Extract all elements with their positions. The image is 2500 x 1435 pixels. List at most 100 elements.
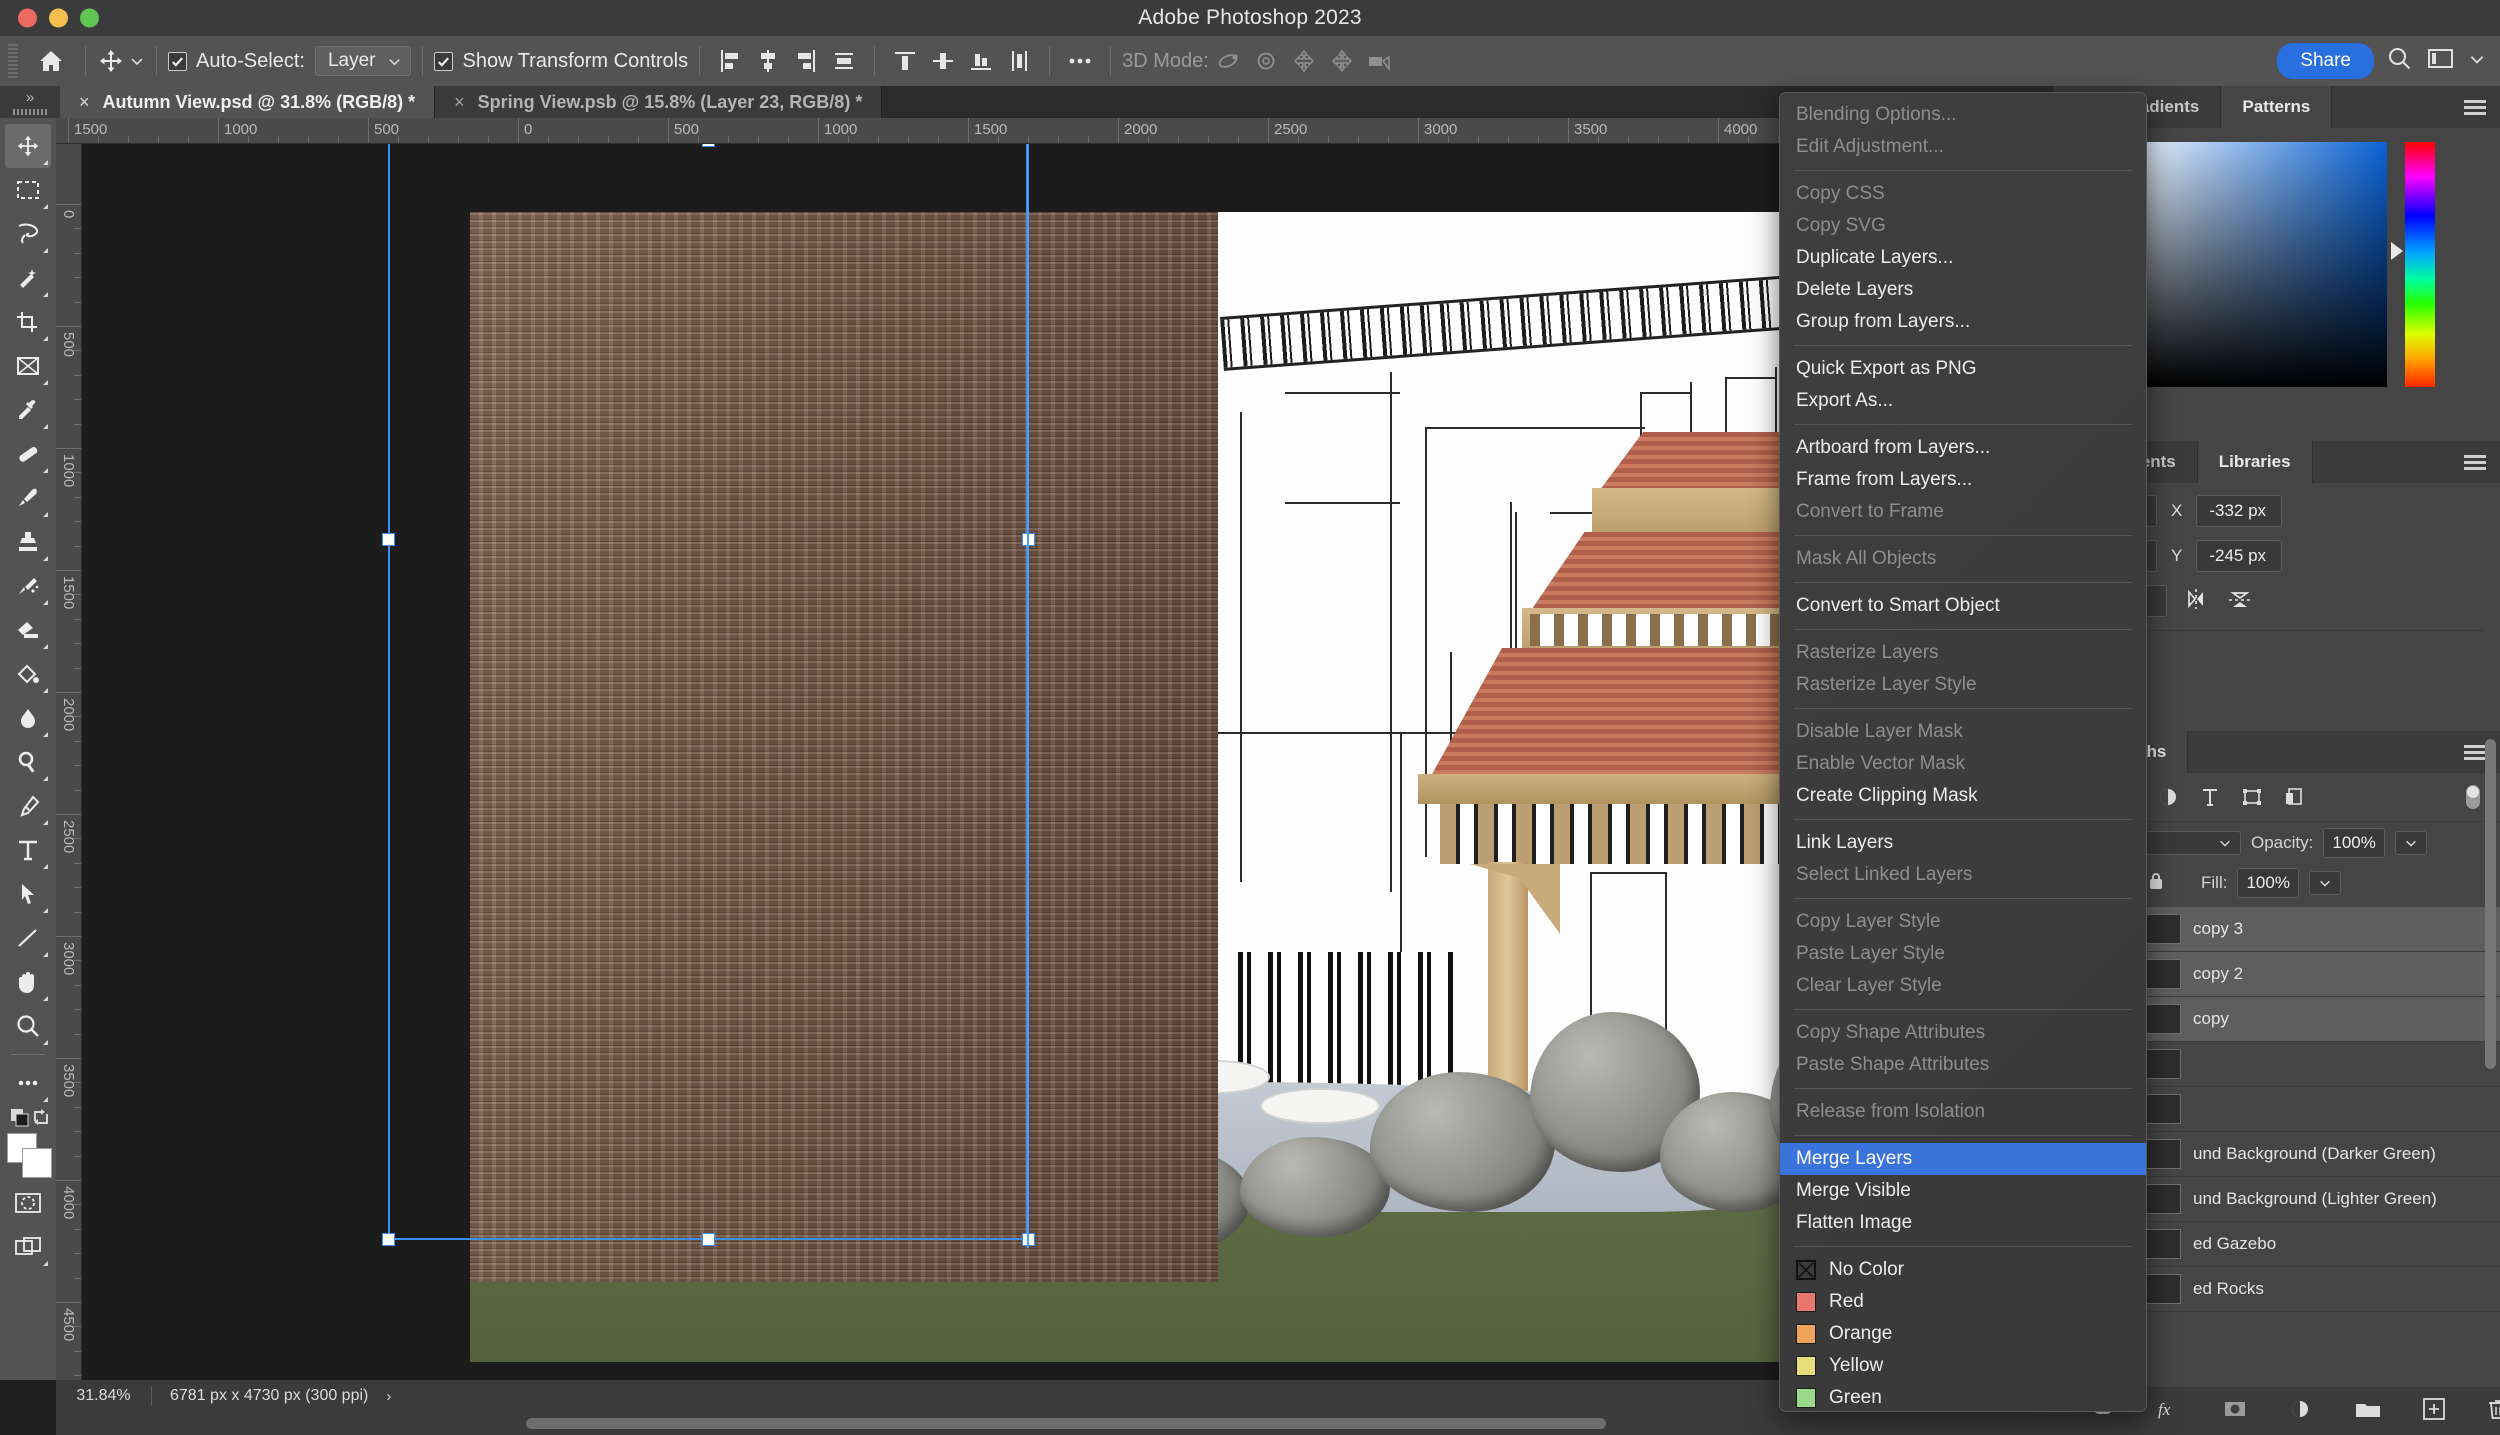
menu-item[interactable]: Quick Export as PNG (1780, 353, 2146, 385)
filter-toggle-icon[interactable] (2462, 782, 2484, 812)
vertical-guide[interactable] (1027, 144, 1029, 1248)
minimize-window-button[interactable] (49, 8, 68, 28)
menu-item[interactable]: Merge Layers (1780, 1143, 2146, 1175)
eyedropper-tool[interactable] (5, 388, 51, 432)
lasso-tool[interactable] (5, 212, 51, 256)
tab-patterns[interactable]: Patterns (2221, 86, 2333, 128)
chevron-down-icon[interactable] (2468, 50, 2486, 73)
layer-row[interactable]: und Background (Lighter Green) (2099, 1177, 2500, 1222)
tab-libraries[interactable]: Libraries (2197, 441, 2313, 483)
blur-tool[interactable] (5, 696, 51, 740)
layer-thumbnail[interactable] (2145, 1274, 2181, 1304)
show-transform-controls-checkbox[interactable]: Show Transform Controls (434, 36, 688, 86)
layer-thumbnail[interactable] (2145, 914, 2181, 944)
menu-item[interactable]: Convert to Smart Object (1780, 590, 2146, 622)
menu-item[interactable]: Delete Layers (1780, 274, 2146, 306)
auto-select-checkbox[interactable]: Auto-Select: (168, 36, 305, 86)
window-controls[interactable] (18, 8, 99, 28)
horizontal-scrollbar-thumb[interactable] (526, 1418, 1606, 1429)
filter-adjustment-icon[interactable] (2157, 786, 2179, 808)
search-icon[interactable] (2386, 45, 2413, 77)
auto-select-scope-dropdown[interactable]: Layer (314, 46, 412, 76)
menu-item[interactable]: Duplicate Layers... (1780, 242, 2146, 274)
pen-tool[interactable] (5, 784, 51, 828)
lock-icon[interactable] (2145, 870, 2167, 897)
opacity-stepper[interactable] (2394, 831, 2427, 855)
layer-list[interactable]: copy 3 copy 2 copy und Background (Darker G… (2099, 907, 2500, 1312)
menu-item[interactable]: Orange (1780, 1318, 2146, 1350)
align-right-edges-icon[interactable] (787, 42, 825, 80)
filter-shape-icon[interactable] (2241, 786, 2263, 808)
layer-thumbnail[interactable] (2145, 1049, 2181, 1079)
brush-tool[interactable] (5, 476, 51, 520)
edit-toolbar-tool[interactable] (5, 1061, 51, 1105)
foreground-background-colors[interactable] (5, 1133, 52, 1181)
menu-item[interactable]: Yellow (1780, 1350, 2146, 1382)
spot-healing-brush-tool[interactable] (5, 432, 51, 476)
layer-row[interactable]: ed Gazebo (2099, 1222, 2500, 1267)
layer-style-fx-icon[interactable]: fx (2156, 1398, 2182, 1425)
align-bottom-edges-icon[interactable] (962, 42, 1000, 80)
new-adjustment-layer-icon[interactable] (2288, 1398, 2314, 1425)
new-layer-icon[interactable] (2422, 1397, 2446, 1426)
close-tab-icon[interactable]: × (454, 92, 465, 113)
menu-item[interactable]: Create Clipping Mask (1780, 780, 2146, 812)
layer-row[interactable] (2099, 1042, 2500, 1087)
quick-mask-mode-button[interactable] (5, 1181, 51, 1225)
panel-menu-icon[interactable] (2450, 441, 2500, 483)
frame-tool[interactable] (5, 344, 51, 388)
layer-row[interactable]: und Background (Darker Green) (2099, 1132, 2500, 1177)
menu-item[interactable]: Export As... (1780, 385, 2146, 417)
checkbox-checked-icon[interactable] (168, 51, 187, 71)
document-tab-spring-view[interactable]: × Spring View.psb @ 15.8% (Layer 23, RGB… (435, 86, 883, 118)
layer-thumbnail[interactable] (2145, 1004, 2181, 1034)
share-button[interactable]: Share (2277, 43, 2374, 79)
layer-row[interactable]: ed Rocks (2099, 1267, 2500, 1312)
menu-item[interactable]: No Color (1780, 1254, 2146, 1286)
move-tool[interactable] (5, 124, 51, 168)
layer-thumbnail[interactable] (2145, 1229, 2181, 1259)
hand-tool[interactable] (5, 960, 51, 1004)
menu-item[interactable]: Link Layers (1780, 827, 2146, 859)
layer-thumbnail[interactable] (2145, 959, 2181, 989)
filter-type-icon[interactable] (2199, 786, 2221, 808)
checkbox-checked-icon[interactable] (434, 51, 454, 71)
color-field[interactable] (2117, 142, 2387, 387)
filter-smart-object-icon[interactable] (2283, 786, 2305, 808)
new-group-icon[interactable] (2354, 1398, 2382, 1425)
layer-row[interactable]: copy 3 (2099, 907, 2500, 952)
path-selection-tool[interactable] (5, 872, 51, 916)
screen-mode-button[interactable] (5, 1225, 51, 1269)
layer-thumbnail[interactable] (2145, 1094, 2181, 1124)
fill-value[interactable]: 100% (2237, 868, 2299, 898)
crop-tool[interactable] (5, 300, 51, 344)
options-bar-grip[interactable] (8, 44, 18, 78)
transform-handle-bottom-left[interactable] (382, 1233, 395, 1246)
flip-vertical-icon[interactable] (2225, 586, 2255, 617)
layer-row[interactable]: copy (2099, 997, 2500, 1042)
close-tab-icon[interactable]: × (79, 92, 90, 113)
object-selection-tool[interactable] (5, 256, 51, 300)
layer-context-menu[interactable]: Blending Options... Edit Adjustment... Cop… (1779, 92, 2147, 1412)
menu-item[interactable]: Group from Layers... (1780, 306, 2146, 338)
tab-overflow-chevrons-icon[interactable]: » (0, 86, 60, 118)
layer-thumbnail[interactable] (2145, 1139, 2181, 1169)
clone-stamp-tool[interactable] (5, 520, 51, 564)
eraser-tool[interactable] (5, 608, 51, 652)
layer-row[interactable] (2099, 1087, 2500, 1132)
maximize-window-button[interactable] (80, 8, 99, 28)
y-value-field[interactable]: -245 px (2196, 540, 2283, 572)
menu-item[interactable]: Frame from Layers... (1780, 464, 2146, 496)
menu-item[interactable]: Flatten Image (1780, 1207, 2146, 1239)
zoom-tool[interactable] (5, 1004, 51, 1048)
gradient-tool[interactable] (5, 652, 51, 696)
delete-layer-icon[interactable] (2486, 1397, 2500, 1426)
hue-slider[interactable] (2405, 142, 2435, 387)
type-tool[interactable] (5, 828, 51, 872)
align-top-edges-icon[interactable] (886, 42, 924, 80)
layer-row[interactable]: copy 2 (2099, 952, 2500, 997)
x-value-field[interactable]: -332 px (2196, 495, 2283, 527)
add-layer-mask-icon[interactable] (2222, 1398, 2248, 1425)
menu-item[interactable]: Red (1780, 1286, 2146, 1318)
menu-item[interactable]: Merge Visible (1780, 1175, 2146, 1207)
